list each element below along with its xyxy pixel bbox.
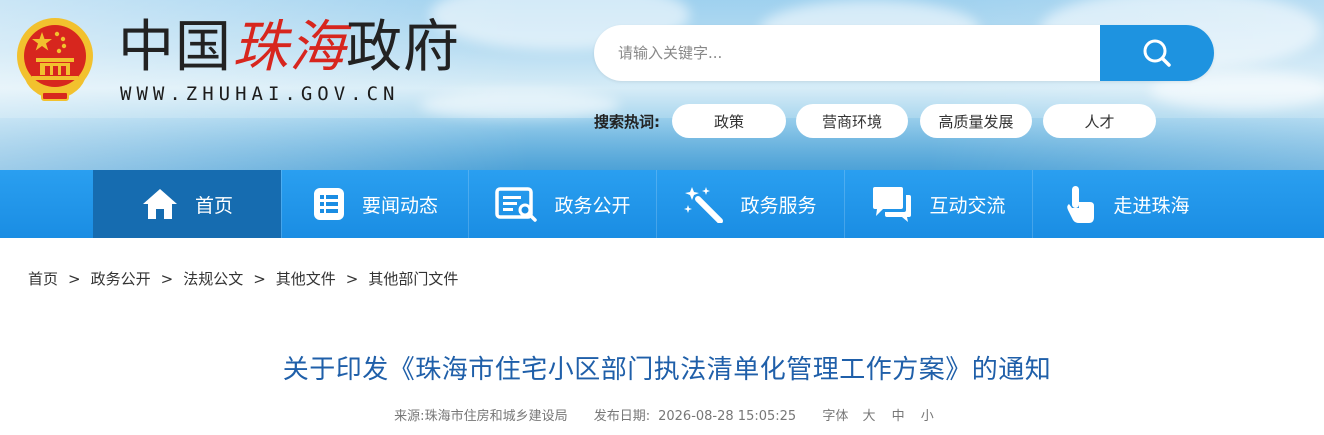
national-emblem-logo[interactable] bbox=[12, 14, 98, 104]
nav-item-label: 政务服务 bbox=[740, 194, 817, 217]
date-label: 发布日期: bbox=[593, 409, 651, 424]
hot-tag-high-quality-development[interactable]: 高质量发展 bbox=[920, 104, 1032, 138]
nav-item-label: 互动交流 bbox=[929, 194, 1006, 217]
search-box bbox=[594, 25, 1214, 81]
nav-item-label: 要闻动态 bbox=[361, 194, 438, 217]
hot-search-label: 搜索热词: bbox=[594, 113, 660, 131]
site-name-part-2: 政府 bbox=[346, 15, 460, 80]
magic-wand-icon bbox=[684, 185, 724, 223]
home-icon bbox=[141, 187, 179, 221]
font-size-small-button[interactable]: 小 bbox=[921, 409, 934, 424]
search-input[interactable] bbox=[594, 25, 1100, 81]
hot-tag-policy[interactable]: 政策 bbox=[672, 104, 786, 138]
site-url: WWW.ZHUHAI.GOV.CN bbox=[120, 83, 400, 105]
main-nav: 首页 要闻动态 政务公开 政务服务 互动交流 走进珠海 bbox=[0, 170, 1324, 238]
nav-item-gov-services[interactable]: 政务服务 bbox=[656, 170, 844, 238]
search-icon bbox=[1143, 39, 1171, 67]
article-title: 关于印发《珠海市住宅小区部门执法清单化管理工作方案》的通知 bbox=[282, 355, 1052, 385]
site-name-part-1: 中国 bbox=[118, 15, 232, 80]
breadcrumb-other-files[interactable]: 其他文件 bbox=[276, 268, 336, 289]
font-size-large-button[interactable]: 大 bbox=[862, 409, 875, 424]
breadcrumb: 首页 > 政务公开 > 法规公文 > 其他文件 > 其他部门文件 bbox=[28, 268, 458, 289]
chat-icon bbox=[871, 185, 913, 223]
nav-item-label: 政务公开 bbox=[554, 194, 631, 217]
news-list-icon bbox=[312, 186, 346, 222]
publish-date: 2026-08-28 15:05:25 bbox=[658, 409, 797, 424]
article-meta: 来源:珠海市住房和城乡建设局 发布日期: 2026-08-28 15:05:25 … bbox=[0, 405, 1324, 424]
breadcrumb-regulations[interactable]: 法规公文 bbox=[183, 268, 243, 289]
hot-tag-talent[interactable]: 人才 bbox=[1043, 104, 1156, 138]
breadcrumb-gov-affairs-public[interactable]: 政务公开 bbox=[91, 268, 151, 289]
hand-pointer-icon bbox=[1063, 184, 1097, 224]
hot-tag-business-environment[interactable]: 营商环境 bbox=[796, 104, 908, 138]
search-button[interactable] bbox=[1100, 25, 1214, 81]
breadcrumb-separator: > bbox=[345, 269, 359, 288]
breadcrumb-separator: > bbox=[253, 269, 266, 288]
font-size-label: 字体 bbox=[822, 409, 849, 424]
nav-item-interaction[interactable]: 互动交流 bbox=[844, 170, 1032, 238]
breadcrumb-separator: > bbox=[68, 269, 81, 288]
nav-item-home[interactable]: 首页 bbox=[93, 170, 281, 238]
source-label: 来源: bbox=[394, 409, 425, 424]
breadcrumb-separator: > bbox=[160, 269, 174, 288]
site-name[interactable]: 中国珠海政府 bbox=[118, 16, 460, 80]
breadcrumb-other-department-files[interactable]: 其他部门文件 bbox=[368, 268, 458, 289]
nav-item-label: 首页 bbox=[194, 194, 233, 217]
nav-item-gov-affairs-public[interactable]: 政务公开 bbox=[468, 170, 656, 238]
article-source: 珠海市住房和城乡建设局 bbox=[424, 409, 568, 424]
font-size-medium-button[interactable]: 中 bbox=[892, 409, 905, 424]
nav-item-news[interactable]: 要闻动态 bbox=[281, 170, 468, 238]
document-icon bbox=[494, 186, 538, 222]
site-name-calligraphy: 珠海 bbox=[232, 15, 346, 80]
nav-item-label: 走进珠海 bbox=[1113, 194, 1190, 217]
breadcrumb-home[interactable]: 首页 bbox=[28, 268, 58, 289]
nav-item-about-zhuhai[interactable]: 走进珠海 bbox=[1032, 170, 1220, 238]
